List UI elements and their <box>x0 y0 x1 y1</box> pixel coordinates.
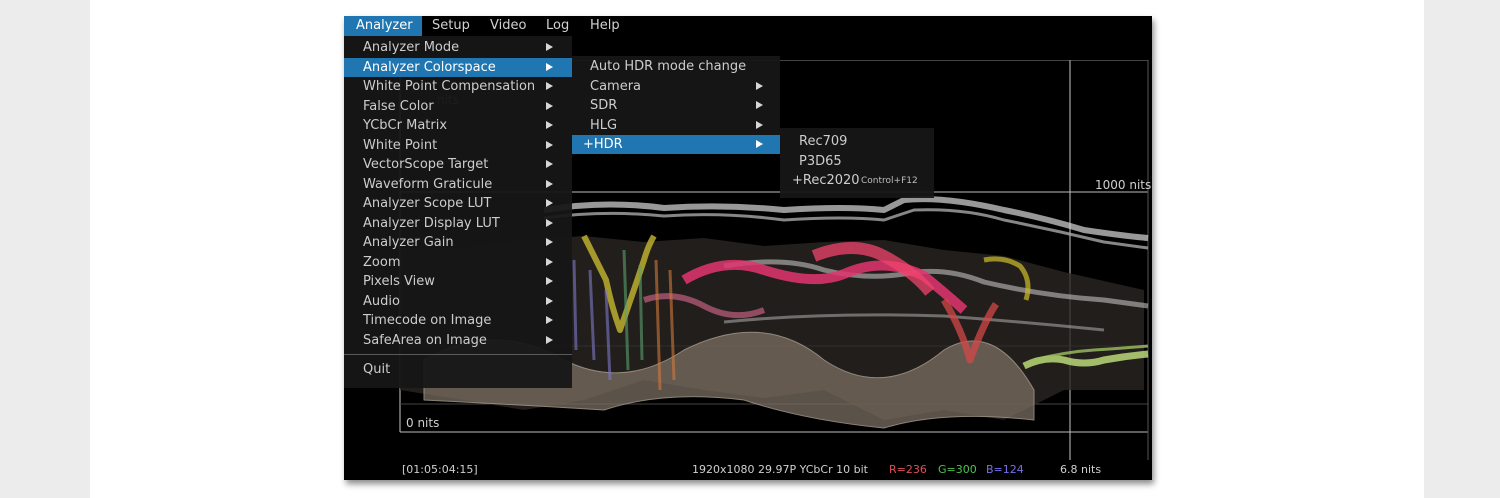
timecode: [01:05:04:15] <box>402 463 478 476</box>
submenu-arrow-icon <box>546 82 553 90</box>
hdr-item-rec2020[interactable]: +Rec2020 Control+F12 <box>780 171 934 190</box>
menu-item-quit[interactable]: Quit <box>344 360 572 379</box>
status-bar: [01:05:04:15] 1920x1080 29.97P YCbCr 10 … <box>344 460 1152 480</box>
submenu-item-hdr[interactable]: +HDR <box>572 135 780 154</box>
submenu-arrow-icon <box>546 199 553 207</box>
hdr-item-label: P3D65 <box>799 153 842 169</box>
submenu-item-label: +HDR <box>583 137 623 152</box>
submenu-arrow-icon <box>546 160 553 168</box>
submenu-arrow-icon <box>546 179 553 188</box>
menu-item-label: Quit <box>363 362 391 377</box>
submenu-arrow-icon <box>546 121 553 129</box>
menu-item-label: False Color <box>363 98 434 114</box>
menu-item-audio[interactable]: Audio <box>344 292 572 311</box>
analyzer-window: Analyzer Setup Video Log Help 1000 nits … <box>344 16 1152 480</box>
b-value: B=124 <box>986 463 1024 476</box>
menu-item-vectorscope-target[interactable]: VectorScope Target <box>344 155 572 174</box>
menu-item-analyzer-colorspace[interactable]: Analyzer Colorspace <box>344 57 572 77</box>
submenu-arrow-icon <box>546 140 553 149</box>
menubar-log[interactable]: Log <box>546 16 569 36</box>
submenu-arrow-icon <box>756 101 763 109</box>
submenu-arrow-icon <box>546 335 553 344</box>
menu-item-label: Audio <box>363 293 400 309</box>
submenu-item-label: HLG <box>590 117 618 133</box>
menu-item-label: Analyzer Mode <box>363 40 460 55</box>
menu-item-false-color[interactable]: False Color <box>344 97 572 116</box>
submenu-arrow-icon <box>546 238 553 246</box>
submenu-arrow-icon <box>756 140 763 148</box>
submenu-arrow-icon <box>546 62 553 71</box>
menu-item-pixels-view[interactable]: Pixels View <box>344 272 572 291</box>
menu-item-label: Analyzer Colorspace <box>363 59 496 75</box>
video-format: 1920x1080 29.97P YCbCr 10 bit <box>692 463 868 476</box>
menu-item-label: VectorScope Target <box>363 157 489 172</box>
colorspace-submenu: Auto HDR mode change Camera SDR HLG +HDR <box>572 56 780 154</box>
menu-item-analyzer-gain[interactable]: Analyzer Gain <box>344 233 572 252</box>
menubar-setup-label: Setup <box>432 18 470 33</box>
menu-item-label: Pixels View <box>363 274 435 289</box>
menu-item-zoom[interactable]: Zoom <box>344 253 572 272</box>
menubar-video[interactable]: Video <box>490 16 526 36</box>
menu-item-label: Analyzer Display LUT <box>363 215 500 231</box>
menubar-analyzer-label: Analyzer <box>356 18 413 33</box>
menu-item-timecode-on-image[interactable]: Timecode on Image <box>344 311 572 330</box>
hdr-item-label: +Rec2020 <box>792 173 860 188</box>
menubar-analyzer[interactable]: Analyzer <box>344 16 422 36</box>
menu-item-waveform-graticule[interactable]: Waveform Graticule <box>344 175 572 194</box>
submenu-item-label: SDR <box>590 98 618 113</box>
menu-item-label: White Point <box>363 137 438 153</box>
submenu-arrow-icon <box>546 257 553 266</box>
menu-item-label: Timecode on Image <box>363 313 492 328</box>
menubar: Analyzer Setup Video Log Help <box>344 16 1152 36</box>
menubar-log-label: Log <box>546 18 570 33</box>
submenu-arrow-icon <box>546 277 553 285</box>
submenu-item-sdr[interactable]: SDR <box>572 96 780 115</box>
hdr-item-p3d65[interactable]: P3D65 <box>780 152 934 171</box>
submenu-item-camera[interactable]: Camera <box>572 77 780 96</box>
menu-item-safearea-on-image[interactable]: SafeArea on Image <box>344 331 572 350</box>
submenu-item-label: Camera <box>590 78 642 94</box>
submenu-arrow-icon <box>546 316 553 324</box>
menu-item-analyzer-mode[interactable]: Analyzer Mode <box>344 38 572 57</box>
r-value: R=236 <box>889 463 927 476</box>
menu-item-white-point-compensation[interactable]: White Point Compensation <box>344 77 572 96</box>
menu-item-label: White Point Compensation <box>363 79 536 94</box>
hdr-submenu: Rec709 P3D65 +Rec2020 Control+F12 <box>780 128 934 198</box>
menu-item-label: Analyzer Gain <box>363 235 454 250</box>
menubar-video-label: Video <box>490 18 527 33</box>
submenu-arrow-icon <box>546 218 553 227</box>
analyzer-menu: Analyzer Mode Analyzer Colorspace White Po… <box>344 36 572 388</box>
menubar-help-label: Help <box>590 18 620 33</box>
menu-item-label: YCbCr Matrix <box>363 118 448 133</box>
menubar-help[interactable]: Help <box>590 16 620 36</box>
menu-item-analyzer-scope-lut[interactable]: Analyzer Scope LUT <box>344 194 572 213</box>
bottom-nits-label: 0 nits <box>406 416 440 430</box>
submenu-arrow-icon <box>546 43 553 51</box>
menu-item-label: Analyzer Scope LUT <box>363 196 492 211</box>
submenu-arrow-icon <box>756 81 763 90</box>
submenu-arrow-icon <box>546 101 553 110</box>
hdr-item-rec709[interactable]: Rec709 <box>780 132 934 151</box>
menu-item-label: Zoom <box>363 254 401 270</box>
menu-item-white-point[interactable]: White Point <box>344 136 572 155</box>
menu-separator <box>344 354 572 355</box>
menubar-setup[interactable]: Setup <box>432 16 470 36</box>
submenu-item-label: Auto HDR mode change <box>590 59 747 74</box>
submenu-item-hlg[interactable]: HLG <box>572 116 780 135</box>
top-nits-label: 1000 nits <box>1095 178 1152 192</box>
menu-item-analyzer-display-lut[interactable]: Analyzer Display LUT <box>344 214 572 233</box>
submenu-arrow-icon <box>546 296 553 305</box>
menu-item-label: SafeArea on Image <box>363 332 487 348</box>
menu-item-label: Waveform Graticule <box>363 176 493 192</box>
hdr-item-label: Rec709 <box>799 134 848 149</box>
submenu-item-auto-hdr-mode-change[interactable]: Auto HDR mode change <box>572 57 780 76</box>
submenu-arrow-icon <box>756 120 763 129</box>
g-value: G=300 <box>938 463 977 476</box>
menu-item-ycbcr-matrix[interactable]: YCbCr Matrix <box>344 116 572 135</box>
keyboard-shortcut: Control+F12 <box>861 176 918 186</box>
nits-value: 6.8 nits <box>1060 463 1102 476</box>
